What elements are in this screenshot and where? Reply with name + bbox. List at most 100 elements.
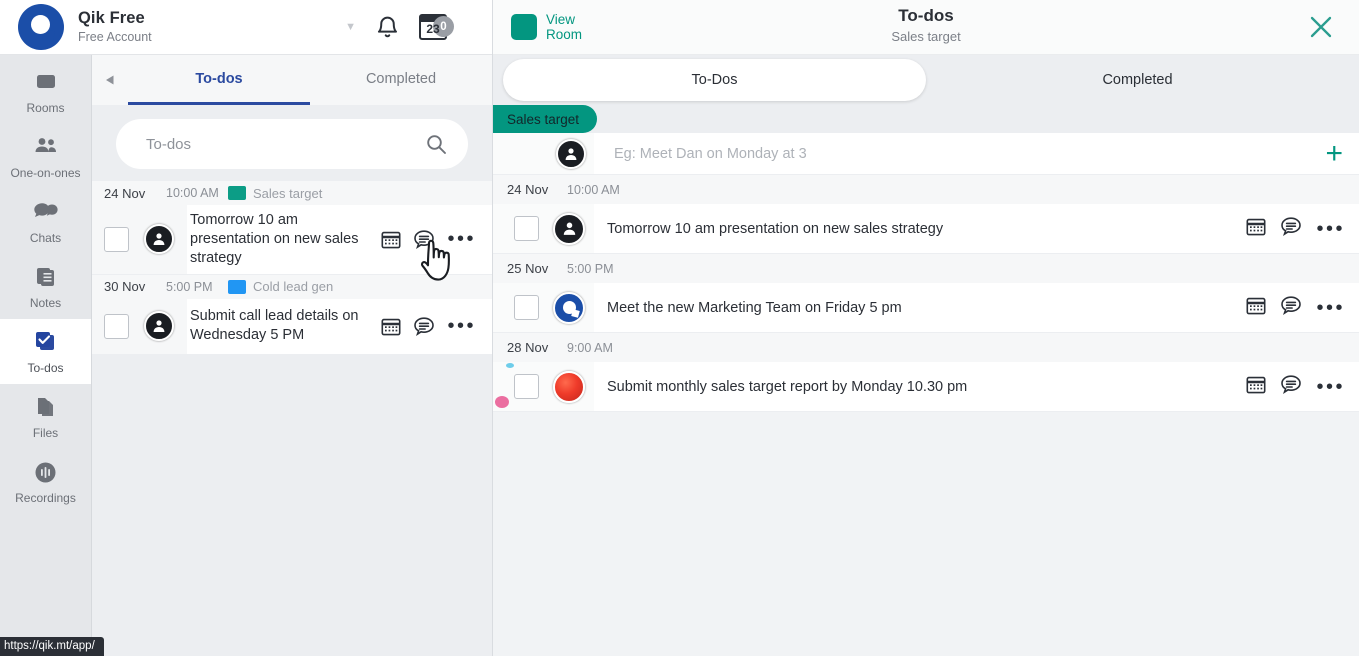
back-arrow-icon[interactable] — [92, 55, 128, 105]
sidebar-nav: Rooms One-on-ones Chats Notes To-dos Fil… — [0, 55, 92, 656]
task-actions: ••• — [1246, 295, 1345, 321]
task-group-header: 24 Nov 10:00 AM — [493, 175, 1359, 204]
tag-color-chip — [228, 279, 246, 294]
files-icon — [33, 393, 59, 421]
more-options-button[interactable]: ••• — [1316, 377, 1345, 397]
more-options-button[interactable]: ••• — [1316, 298, 1345, 318]
notification-bell-icon[interactable] — [364, 15, 410, 40]
group-time: 10:00 AM — [567, 182, 620, 197]
left-app-panel: Qik Free Free Account ▼ 23 0 Rooms One-o… — [0, 0, 492, 656]
sidebar-label-to-dos: To-dos — [27, 361, 64, 375]
right-tabs: To-Dos Completed — [493, 55, 1359, 105]
tag-label: Cold lead gen — [253, 279, 334, 295]
task-checkbox[interactable] — [514, 295, 539, 320]
sidebar-item-to-dos[interactable]: To-dos — [0, 319, 91, 384]
room-color-icon — [511, 14, 537, 40]
task-text: Tomorrow 10 am presentation on new sales… — [607, 220, 944, 237]
task-row[interactable]: Submit monthly sales target report by Mo… — [493, 362, 1359, 412]
add-todo-row[interactable]: Eg: Meet Dan on Monday at 3 + — [493, 133, 1359, 175]
task-actions: ••• — [381, 229, 482, 250]
rooms-icon — [33, 68, 59, 96]
sidebar-label-notes: Notes — [29, 296, 62, 310]
tab-to-dos[interactable]: To-Dos — [503, 59, 926, 101]
sidebar-item-notes[interactable]: Notes — [0, 254, 91, 319]
tab-to-dos-label: To-dos — [195, 70, 243, 87]
avatar — [553, 291, 585, 324]
search-icon[interactable] — [424, 132, 448, 156]
task-actions: ••• — [381, 316, 482, 337]
comment-icon[interactable] — [1280, 374, 1302, 400]
task-checkbox[interactable] — [104, 313, 129, 339]
room-filter-chip[interactable]: Sales target — [493, 105, 598, 133]
add-todo-button[interactable]: + — [1325, 138, 1343, 169]
group-time: 5:00 PM — [166, 279, 213, 294]
task-row[interactable]: Meet the new Marketing Team on Friday 5 … — [493, 283, 1359, 333]
task-checkbox[interactable] — [514, 216, 539, 241]
group-date: 30 Nov — [104, 279, 146, 295]
task-actions: ••• — [1246, 216, 1345, 242]
right-todos-panel: View Room To-dos Sales target To-Dos Com… — [492, 0, 1359, 656]
sidebar-item-one-on-ones[interactable]: One-on-ones — [0, 124, 91, 189]
sidebar-label-chats: Chats — [29, 231, 62, 245]
task-row[interactable]: Submit call lead details on Wednesday 5 … — [92, 298, 492, 355]
task-text: Meet the new Marketing Team on Friday 5 … — [607, 299, 902, 316]
left-content-column: To-dos Completed To-dos 24 Nov 10:00 AM … — [92, 55, 492, 656]
brand-subtitle: Free Account — [78, 30, 152, 45]
avatar — [495, 363, 585, 408]
task-row[interactable]: Tomorrow 10 am presentation on new sales… — [493, 204, 1359, 254]
calendar-icon[interactable] — [381, 230, 401, 249]
tag-label: Sales target — [253, 185, 323, 201]
group-date: 28 Nov — [507, 340, 549, 355]
avatar — [144, 224, 174, 255]
filter-chip-bar: Sales target — [493, 105, 1359, 133]
task-group-header: 28 Nov 9:00 AM — [493, 333, 1359, 362]
tab-completed-label: Completed — [365, 70, 437, 87]
group-date: 25 Nov — [507, 261, 549, 276]
calendar-icon[interactable] — [1246, 375, 1266, 399]
app-top-bar: Qik Free Free Account ▼ 23 0 — [0, 0, 492, 55]
calendar-icon[interactable]: 23 0 — [410, 14, 456, 40]
brand-text-block: Qik Free Free Account — [78, 9, 152, 44]
task-text: Submit call lead details on Wednesday 5 … — [190, 308, 359, 344]
status-bar-url: https://qik.mt/app/ — [0, 637, 104, 656]
comment-icon[interactable] — [413, 316, 435, 337]
calendar-icon[interactable] — [381, 317, 401, 336]
task-row[interactable]: Tomorrow 10 am presentation on new sales… — [92, 205, 492, 275]
brand-title: Qik Free — [78, 9, 145, 28]
left-body: Rooms One-on-ones Chats Notes To-dos Fil… — [0, 55, 492, 656]
sidebar-item-rooms[interactable]: Rooms — [0, 59, 91, 124]
sidebar-item-files[interactable]: Files — [0, 384, 91, 449]
more-options-button[interactable]: ••• — [447, 316, 476, 336]
recordings-icon — [32, 458, 59, 486]
view-room-line2: Room — [546, 27, 583, 42]
more-options-button[interactable]: ••• — [447, 229, 476, 249]
group-date: 24 Nov — [104, 185, 146, 201]
more-options-button[interactable]: ••• — [1316, 219, 1345, 239]
chevron-down-icon[interactable]: ▼ — [345, 21, 356, 33]
sidebar-item-recordings[interactable]: Recordings — [0, 449, 91, 514]
task-checkbox[interactable] — [514, 374, 539, 399]
view-room-line1: View — [546, 11, 576, 27]
avatar — [556, 138, 586, 169]
tab-completed[interactable]: Completed — [310, 55, 492, 105]
page-title: To-dos — [898, 6, 954, 25]
group-time: 9:00 AM — [567, 340, 613, 355]
close-icon[interactable] — [1307, 13, 1335, 41]
calendar-icon[interactable] — [1246, 296, 1266, 320]
calendar-icon[interactable] — [1246, 217, 1266, 241]
tab-completed-label: Completed — [1102, 72, 1173, 88]
comment-icon[interactable] — [1280, 216, 1302, 242]
group-time: 5:00 PM — [567, 261, 614, 276]
comment-icon[interactable] — [413, 229, 435, 250]
add-todo-input[interactable]: Eg: Meet Dan on Monday at 3 — [614, 146, 1325, 162]
search-input[interactable]: To-dos — [116, 119, 468, 169]
comment-icon[interactable] — [1280, 295, 1302, 321]
sidebar-item-chats[interactable]: Chats — [0, 189, 91, 254]
tab-to-dos[interactable]: To-dos — [128, 55, 310, 105]
avatar — [553, 212, 585, 245]
tab-completed[interactable]: Completed — [926, 59, 1349, 101]
task-actions: ••• — [1246, 374, 1345, 400]
task-checkbox[interactable] — [104, 226, 129, 252]
qik-logo-icon — [18, 4, 64, 50]
view-room-button[interactable]: View Room — [511, 12, 582, 42]
